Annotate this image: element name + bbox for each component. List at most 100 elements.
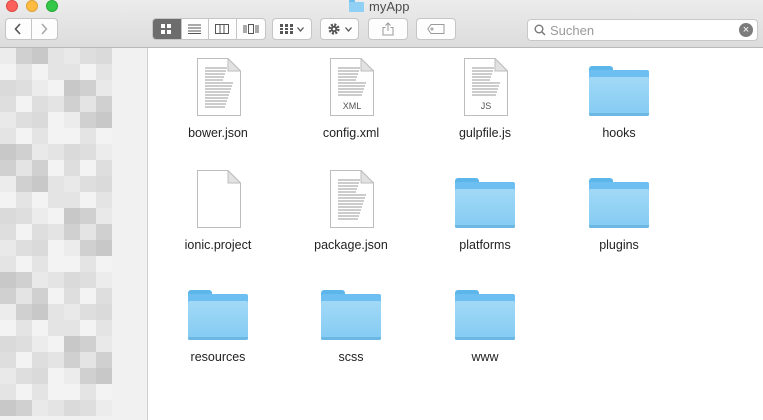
document-icon: JS	[455, 58, 515, 120]
sidebar-blur-cell	[32, 192, 48, 208]
cover-flow-button[interactable]	[237, 19, 265, 39]
sidebar-blur-cell	[80, 128, 96, 144]
sidebar-blur-cell	[64, 112, 80, 128]
sidebar-blur-cell	[32, 80, 48, 96]
sidebar-blur-cell	[112, 272, 128, 288]
sidebar-blur-cell	[96, 240, 112, 256]
icon-view-icon	[161, 23, 172, 34]
sidebar-blur-cell	[48, 368, 64, 384]
share-button[interactable]	[368, 18, 408, 40]
tag-button[interactable]	[416, 18, 456, 40]
sidebar-blur-cell	[16, 144, 32, 160]
file-name-label: package.json	[314, 238, 388, 252]
close-window-button[interactable]	[6, 0, 18, 12]
sidebar-blur-cell	[112, 112, 128, 128]
sidebar-blur-cell	[48, 144, 64, 160]
sidebar-blur-cell	[16, 112, 32, 128]
sidebar-blur-cell	[16, 224, 32, 240]
sidebar-blur-cell	[96, 320, 112, 336]
file-name-label: hooks	[602, 126, 636, 140]
document-icon	[188, 170, 248, 232]
sidebar-blur-cell	[16, 48, 32, 64]
sidebar-blur-cell	[32, 176, 48, 192]
file-name-label: scss	[338, 350, 364, 364]
folder-item[interactable]: www	[425, 272, 545, 372]
sidebar-blur-cell	[80, 304, 96, 320]
sidebar-blur-cell	[16, 240, 32, 256]
sidebar-blur-cell	[64, 192, 80, 208]
file-item[interactable]: bower.json	[158, 48, 278, 148]
sidebar-blur-cell	[80, 64, 96, 80]
sidebar-blur-cell	[32, 240, 48, 256]
sidebar-blur-cell	[64, 400, 80, 416]
sidebar-blur-cell	[32, 48, 48, 64]
folder-item[interactable]: resources	[158, 272, 278, 372]
document-icon: XML	[321, 58, 381, 120]
sidebar-blur-cell	[0, 256, 16, 272]
file-item[interactable]: XML config.xml	[291, 48, 411, 148]
sidebar-blur-cell	[48, 96, 64, 112]
sidebar-blur-cell	[64, 176, 80, 192]
file-item[interactable]: ionic.project	[158, 160, 278, 260]
sidebar-blur-cell	[80, 368, 96, 384]
sidebar-blur-cell	[96, 272, 112, 288]
sidebar-blur-cell	[0, 368, 16, 384]
sidebar-blur-cell	[112, 384, 128, 400]
clear-search-icon[interactable]: ×	[739, 23, 753, 37]
sidebar-blur-cell	[64, 352, 80, 368]
file-name-label: plugins	[599, 238, 639, 252]
arrange-grid-icon	[280, 24, 293, 34]
arrange-button[interactable]	[272, 18, 312, 40]
file-name-label: gulpfile.js	[458, 126, 512, 140]
file-item[interactable]: package.json	[291, 160, 411, 260]
chevron-left-icon	[14, 23, 21, 35]
sidebar-blur-cell	[16, 208, 32, 224]
sidebar-blur-cell	[80, 384, 96, 400]
sidebar-blur-cell	[80, 144, 96, 160]
folder-item[interactable]: scss	[291, 272, 411, 372]
folder-item[interactable]: plugins	[559, 160, 679, 260]
sidebar-blur-cell	[64, 304, 80, 320]
icon-view-button[interactable]	[153, 19, 182, 39]
zoom-window-button[interactable]	[46, 0, 58, 12]
file-item[interactable]: JS gulpfile.js	[425, 48, 545, 148]
sidebar-blur-cell	[0, 112, 16, 128]
minimize-window-button[interactable]	[26, 0, 38, 12]
sidebar-blur-cell	[96, 64, 112, 80]
sidebar-blur-cell	[64, 336, 80, 352]
sidebar-blur-cell	[64, 368, 80, 384]
sidebar-blur-cell	[112, 176, 128, 192]
sidebar-blur-cell	[112, 64, 128, 80]
folder-item[interactable]: platforms	[425, 160, 545, 260]
sidebar-blur-cell	[96, 192, 112, 208]
sidebar-blur-cell	[80, 288, 96, 304]
sidebar-blur-cell	[48, 208, 64, 224]
list-view-button[interactable]	[182, 19, 210, 39]
sidebar-blur-cell	[96, 304, 112, 320]
action-button[interactable]	[320, 18, 359, 40]
sidebar-blur-cell	[32, 160, 48, 176]
sidebar-blur-cell	[16, 176, 32, 192]
sidebar-blur-cell	[112, 224, 128, 240]
sidebar-blur-cell	[112, 144, 128, 160]
sidebar-blur-cell	[64, 48, 80, 64]
folder-item[interactable]: hooks	[559, 48, 679, 148]
sidebar-blur-cell	[0, 176, 16, 192]
sidebar-blur-cell	[96, 256, 112, 272]
forward-button[interactable]	[32, 19, 57, 39]
sidebar-blur-cell	[48, 128, 64, 144]
file-name-label: ionic.project	[184, 238, 252, 252]
column-view-button[interactable]	[209, 19, 237, 39]
sidebar-blur-cell	[16, 336, 32, 352]
back-button[interactable]	[6, 19, 32, 39]
sidebar-blur-cell	[80, 256, 96, 272]
sidebar-blur-cell	[96, 96, 112, 112]
blurred-sidebar-content	[0, 48, 128, 416]
cover-flow-icon	[243, 24, 259, 34]
sidebar-blur-cell	[96, 160, 112, 176]
sidebar-blur-cell	[48, 176, 64, 192]
sidebar-blur-cell	[64, 160, 80, 176]
search-input[interactable]	[550, 21, 740, 39]
chevron-down-icon	[297, 26, 304, 32]
search-field[interactable]: ×	[527, 19, 758, 41]
